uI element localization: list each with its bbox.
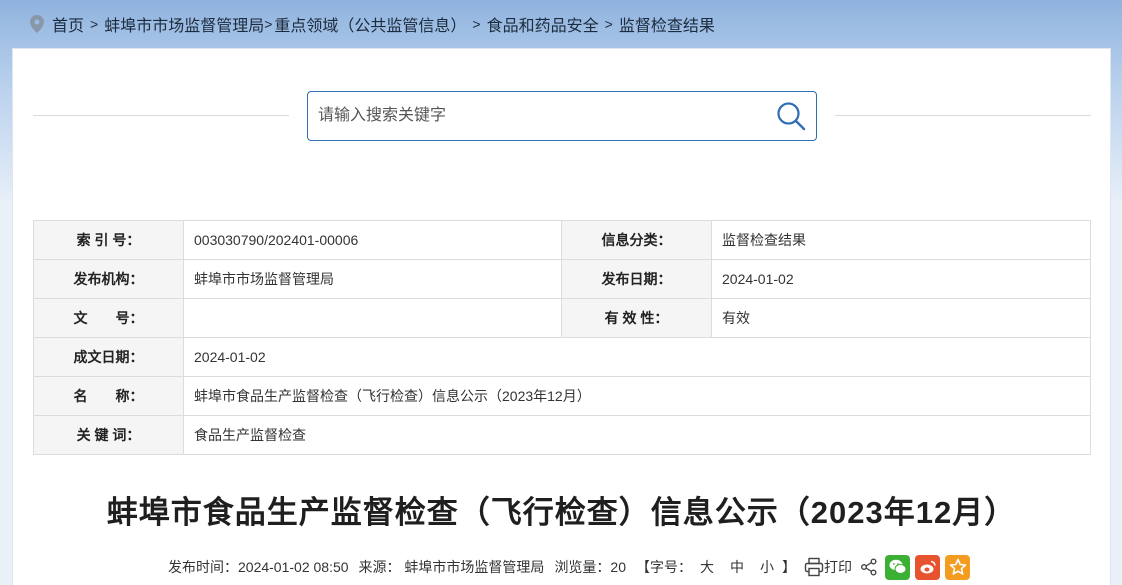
publish-time: 发布时间：2024-01-02 08:50 xyxy=(168,559,349,575)
category-value: 监督检查结果 xyxy=(711,220,1091,260)
docno-label: 文 号： xyxy=(33,298,184,338)
favorite-button[interactable] xyxy=(945,554,971,580)
breadcrumb-separator: > xyxy=(604,16,613,32)
search-box xyxy=(307,91,817,141)
breadcrumb-bureau[interactable]: 蚌埠市市场监督管理局 xyxy=(104,12,264,36)
pubdate-label: 发布日期： xyxy=(561,259,712,299)
validity-label: 有 效 性： xyxy=(561,298,712,338)
category-label: 信息分类： xyxy=(561,220,712,260)
font-size-close: 】 xyxy=(782,559,797,575)
name-value: 蚌埠市食品生产监督检查（飞行检查）信息公示（2023年12月） xyxy=(183,376,1091,416)
search-input[interactable] xyxy=(308,93,766,139)
publisher-value: 蚌埠市市场监督管理局 xyxy=(183,259,562,299)
table-row: 发布机构： 蚌埠市市场监督管理局 发布日期： 2024-01-02 xyxy=(33,259,1091,299)
name-label: 名 称： xyxy=(33,376,184,416)
breadcrumb-separator: > xyxy=(90,16,99,32)
wechat-icon xyxy=(889,559,907,574)
breadcrumb-food-drug-safety[interactable]: 食品和药品安全 xyxy=(487,12,599,36)
search-button[interactable] xyxy=(766,93,816,139)
wechat-share-button[interactable] xyxy=(885,554,911,580)
breadcrumb-home[interactable]: 首页 xyxy=(52,12,84,36)
font-size-label: 【字号： xyxy=(636,559,693,575)
table-row: 关 键 词： 食品生产监督检查 xyxy=(33,415,1091,455)
weibo-share-button[interactable] xyxy=(915,554,941,580)
share-icon[interactable] xyxy=(860,558,878,576)
print-button[interactable]: 打印 xyxy=(804,557,852,577)
writedate-label: 成文日期： xyxy=(33,337,184,377)
keywords-value: 食品生产监督检查 xyxy=(183,415,1091,455)
weibo-icon xyxy=(920,560,936,574)
article-source: 来源： 蚌埠市市场监督管理局 xyxy=(358,559,545,575)
font-medium-button[interactable]: 中 xyxy=(730,557,744,577)
table-row: 成文日期： 2024-01-02 xyxy=(33,337,1091,377)
star-icon xyxy=(949,558,966,575)
search-icon xyxy=(777,102,806,131)
article-info-bar: 发布时间：2024-01-02 08:50 来源： 蚌埠市市场监督管理局 浏览量… xyxy=(168,553,971,581)
breadcrumb-inspection-results[interactable]: 监督检查结果 xyxy=(619,12,715,36)
index-value: 003030790/202401-00006 xyxy=(183,220,562,260)
table-row: 文 号： 有 效 性： 有效 xyxy=(33,298,1091,338)
metadata-table: 索 引 号： 003030790/202401-00006 信息分类： 监督检查… xyxy=(33,220,1091,455)
writedate-value: 2024-01-02 xyxy=(183,337,1091,377)
keywords-label: 关 键 词： xyxy=(33,415,184,455)
content-panel: 索 引 号： 003030790/202401-00006 信息分类： 监督检查… xyxy=(12,48,1111,585)
breadcrumb: 首页 > 蚌埠市市场监督管理局 > 重点领域（公共监管信息） > 食品和药品安全… xyxy=(30,12,715,36)
docno-value xyxy=(183,298,562,338)
divider-left xyxy=(33,115,289,116)
search-row xyxy=(33,91,1091,141)
print-label: 打印 xyxy=(824,559,853,575)
breadcrumb-separator: > xyxy=(472,16,481,32)
font-small-button[interactable]: 小 xyxy=(760,557,774,577)
print-icon xyxy=(804,557,824,577)
publisher-label: 发布机构： xyxy=(33,259,184,299)
breadcrumb-key-areas[interactable]: 重点领域（公共监管信息） xyxy=(274,12,466,36)
view-count: 浏览量：20 xyxy=(554,559,627,575)
table-row: 名 称： 蚌埠市食品生产监督检查（飞行检查）信息公示（2023年12月） xyxy=(33,376,1091,416)
font-large-button[interactable]: 大 xyxy=(700,557,714,577)
divider-right xyxy=(835,115,1091,116)
pubdate-value: 2024-01-02 xyxy=(711,259,1091,299)
breadcrumb-separator: > xyxy=(264,16,273,32)
validity-value: 有效 xyxy=(711,298,1091,338)
table-row: 索 引 号： 003030790/202401-00006 信息分类： 监督检查… xyxy=(33,220,1091,260)
index-label: 索 引 号： xyxy=(33,220,184,260)
article-title: 蚌埠市食品生产监督检查（飞行检查）信息公示（2023年12月） xyxy=(106,495,1017,530)
location-icon xyxy=(30,15,44,33)
